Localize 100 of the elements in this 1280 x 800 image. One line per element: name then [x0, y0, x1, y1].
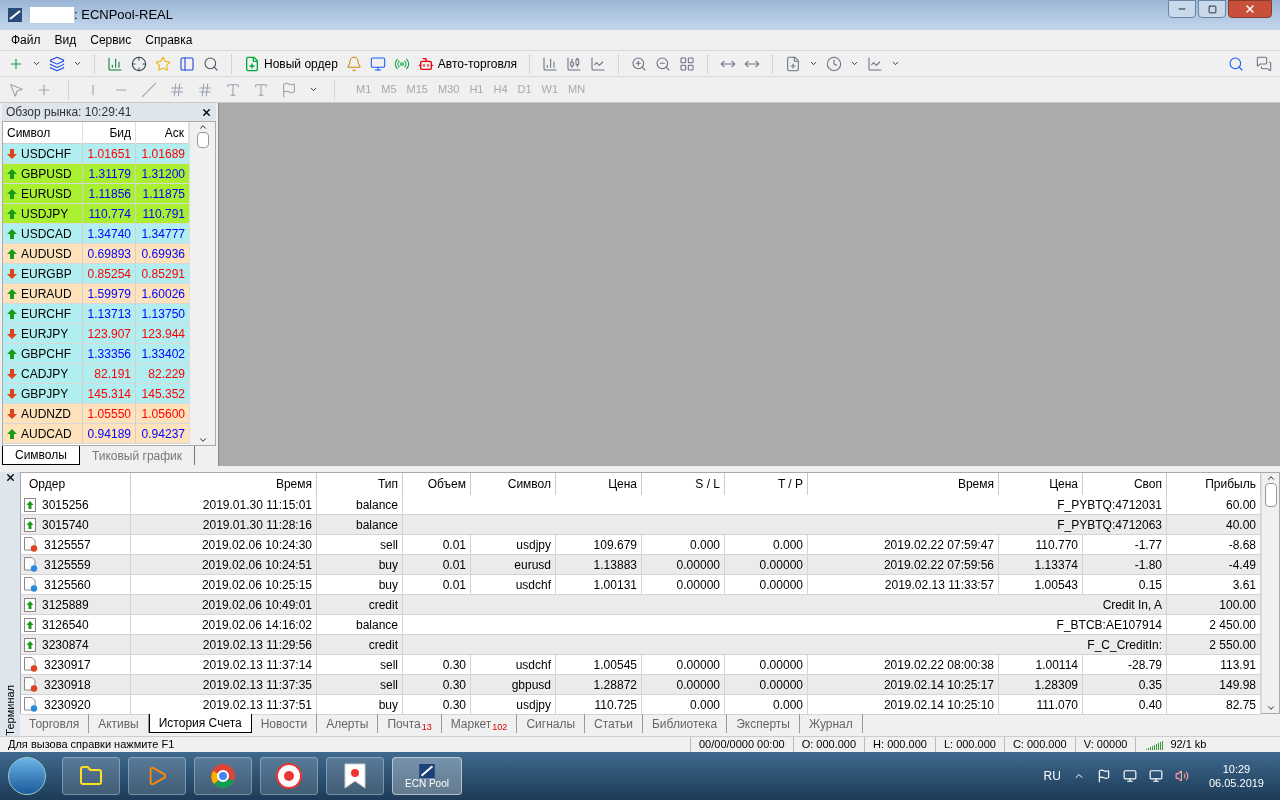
monitor-icon[interactable] [1122, 769, 1137, 783]
bar-chart-icon[interactable] [542, 55, 559, 72]
language-indicator[interactable]: RU [1043, 767, 1061, 785]
menu-item[interactable]: Справка [138, 31, 200, 49]
zoom-in-icon[interactable] [631, 55, 648, 72]
browser-icon [210, 763, 236, 789]
auto-trading-button[interactable]: Авто-торговля [417, 54, 518, 73]
search-icon[interactable] [1228, 55, 1244, 72]
menu-item[interactable]: Файл [4, 31, 48, 49]
terminal-tab[interactable]: Журнал [799, 714, 863, 733]
redacted-block [30, 7, 74, 23]
close-icon[interactable] [201, 106, 212, 118]
dropdown-caret-icon[interactable] [850, 59, 860, 68]
dropdown-caret-icon[interactable] [309, 85, 318, 94]
taskbar-app[interactable] [128, 757, 186, 795]
tile-windows-icon[interactable] [679, 55, 696, 72]
quote-row[interactable]: AUDCAD 0.94189 0.94237 [3, 424, 189, 444]
chat-icon[interactable] [1256, 55, 1272, 72]
symbol-cell-text: USDCHF [21, 146, 71, 163]
taskbar-app[interactable] [326, 757, 384, 795]
terminal-tab[interactable]: Библиотека [642, 714, 728, 733]
dropdown-caret-icon[interactable] [809, 59, 819, 68]
history-row[interactable]: 3125889 2019.02.06 10:49:01 credit Credit In, A 100.00 [21, 595, 1261, 615]
history-row[interactable]: 3126540 2019.02.06 14:16:02 balance F_BTCB:AE107914 2 450.00 [21, 615, 1261, 635]
scroll-up-icon[interactable] [197, 122, 208, 132]
panel-tab[interactable]: Тиковый график [79, 446, 196, 465]
monitor-icon[interactable] [369, 55, 386, 72]
ask-cell-text: 1.05600 [140, 406, 186, 423]
quote-row[interactable]: EURUSD 1.11856 1.11875 [3, 184, 189, 204]
quote-row[interactable]: EURGBP 0.85254 0.85291 [3, 264, 189, 284]
menu-item[interactable]: Вид [47, 31, 84, 49]
trendline-icon[interactable] [141, 81, 157, 98]
history-row[interactable]: 3230918 2019.02.13 11:37:35 sell 0.30 gbpusd 1.28872 0.00000 0.00000 2019.02.14 10:25:17 1.28309 0.35 149.98 [21, 675, 1261, 695]
quote-row[interactable]: CADJPY 82.191 82.229 [3, 364, 189, 384]
zoom-out-icon[interactable] [655, 55, 672, 72]
maximize-button[interactable] [1198, 0, 1226, 18]
panel-tab[interactable]: Символы [2, 446, 80, 465]
quote-row[interactable]: GBPCHF 1.33356 1.33402 [3, 344, 189, 364]
quote-row[interactable]: USDCAD 1.34740 1.34777 [3, 224, 189, 244]
scroll-thumb[interactable] [196, 132, 209, 148]
quote-row[interactable]: EURJPY 123.907 123.944 [3, 324, 189, 344]
clock-icon[interactable] [826, 55, 843, 72]
scroll-down-icon[interactable] [1265, 703, 1276, 713]
quote-row[interactable]: EURCHF 1.13713 1.13750 [3, 304, 189, 324]
menu-item[interactable]: Сервис [83, 31, 139, 49]
bell-icon[interactable] [345, 55, 362, 72]
taskbar-app[interactable]: ECN Pool [392, 757, 462, 795]
text-icon[interactable] [225, 81, 241, 98]
new-order-button[interactable]: Новый ордер [244, 54, 338, 73]
ask-cell-text: 123.944 [140, 326, 186, 343]
symbol-cell-text: EURCHF [21, 306, 71, 323]
quote-row[interactable]: AUDUSD 0.69893 0.69936 [3, 244, 189, 264]
history-row[interactable]: 3230917 2019.02.13 11:37:14 sell 0.30 usdchf 1.00545 0.00000 0.00000 2019.02.22 08:00:38 1.00114 -28.79 113.91 [21, 655, 1261, 675]
history-row[interactable]: 3125560 2019.02.06 10:25:15 buy 0.01 usdchf 1.00131 0.00000 0.00000 2019.02.13 11:33:57 1.00543 0.15 3.61 [21, 575, 1261, 595]
terminal-tab[interactable]: Новости [251, 714, 318, 733]
close-button[interactable] [1228, 0, 1272, 18]
terminal-tab[interactable]: Маркет$_{102}$ [441, 714, 518, 733]
scrollbar[interactable] [1261, 473, 1279, 713]
quote-row[interactable]: GBPJPY 145.314 145.352 [3, 384, 189, 404]
candlestick-icon[interactable] [566, 55, 583, 72]
history-row[interactable]: 3230920 2019.02.13 11:37:51 buy 0.30 usdjpy 110.725 0.000 0.000 2019.02.14 10:25:10 111.070 0.40 82.75 [21, 695, 1261, 715]
taskbar-app[interactable] [194, 757, 252, 795]
quote-row[interactable]: USDJPY 110.774 110.791 [3, 204, 189, 224]
terminal-tab[interactable]: Почта$_{13}$ [378, 714, 442, 733]
terminal-tab[interactable]: Торговля [20, 714, 90, 733]
history-row[interactable]: 3125557 2019.02.06 10:24:30 sell 0.01 usdjpy 109.679 0.000 0.000 2019.02.22 07:59:47 110.770 -1.77 -8.68 [21, 535, 1261, 555]
quote-row[interactable]: GBPUSD 1.31179 1.31200 [3, 164, 189, 184]
minimize-button[interactable] [1168, 0, 1196, 18]
history-row[interactable]: 3015740 2019.01.30 11:28:16 balance F_PYBTQ:4712063 40.00 [21, 515, 1261, 535]
price-cell: 111.070 [999, 695, 1083, 715]
dropdown-caret-icon[interactable] [73, 59, 82, 68]
start-button[interactable] [8, 757, 46, 795]
line-chart-icon[interactable] [590, 55, 607, 72]
terminal-tab[interactable]: История Счета [148, 714, 252, 733]
scroll-thumb[interactable] [1264, 483, 1277, 507]
scrollbar[interactable] [189, 122, 215, 445]
panel-side-label: Терминал [2, 685, 17, 736]
dropdown-caret-icon[interactable] [891, 59, 901, 68]
quote-row[interactable]: AUDNZD 1.05550 1.05600 [3, 404, 189, 424]
scroll-down-icon[interactable] [197, 435, 208, 445]
terminal-tab[interactable]: Активы [89, 714, 149, 733]
history-row[interactable]: 3015256 2019.01.30 11:15:01 balance F_PYBTQ:4712031 60.00 [21, 495, 1261, 515]
terminal-tab[interactable]: Сигналы [517, 714, 586, 733]
dropdown-caret-icon[interactable] [32, 59, 41, 68]
flag-icon[interactable] [1096, 769, 1111, 783]
order-cell-text: 3230920 [44, 696, 91, 714]
terminal-tab[interactable]: Эксперты [727, 714, 800, 733]
close-icon[interactable] [4, 472, 16, 483]
scroll-up-icon[interactable] [1265, 473, 1276, 483]
cursor-icon[interactable] [8, 81, 24, 98]
clock[interactable]: 10:29 06.05.2019 [1200, 762, 1272, 790]
terminal-tab[interactable]: Статьи [585, 714, 643, 733]
terminal-tab[interactable]: Алерты [317, 714, 379, 733]
quote-row[interactable]: EURAUD 1.59979 1.60026 [3, 284, 189, 304]
taskbar-app[interactable] [260, 757, 318, 795]
history-row[interactable]: 3125559 2019.02.06 10:24:51 buy 0.01 eurusd 1.13883 0.00000 0.00000 2019.02.22 07:59:56 1.13374 -1.80 -4.49 [21, 555, 1261, 575]
history-row[interactable]: 3230874 2019.02.13 11:29:56 credit F_C_CreditIn: 2 550.00 [21, 635, 1261, 655]
quote-row[interactable]: USDCHF 1.01651 1.01689 [3, 144, 189, 164]
speaker-icon[interactable] [1174, 769, 1189, 783]
taskbar-app[interactable] [62, 757, 120, 795]
